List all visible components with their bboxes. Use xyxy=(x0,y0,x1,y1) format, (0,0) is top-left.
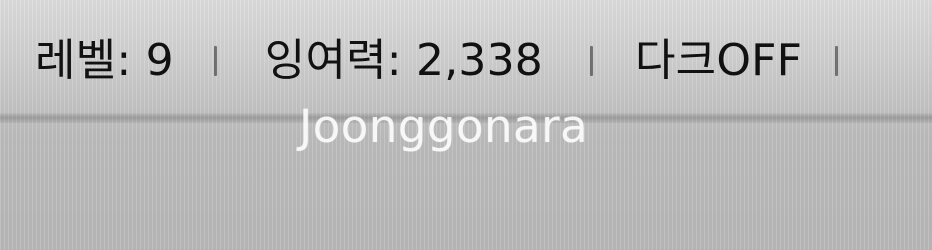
surplus-indicator: 잉여력: 2,338 xyxy=(264,35,543,86)
status-bar: 레벨: 9 잉여력: 2,338 다크OFF xyxy=(35,26,839,96)
status-separator xyxy=(213,46,217,76)
level-indicator: 레벨: 9 xyxy=(35,35,174,86)
status-separator xyxy=(589,46,593,76)
status-separator xyxy=(835,46,839,76)
watermark: Joonggonara xyxy=(299,100,589,153)
dark-mode-toggle[interactable]: 다크OFF xyxy=(635,39,802,83)
screenshot-area: 레벨: 9 잉여력: 2,338 다크OFF Joonggonara xyxy=(0,0,932,250)
